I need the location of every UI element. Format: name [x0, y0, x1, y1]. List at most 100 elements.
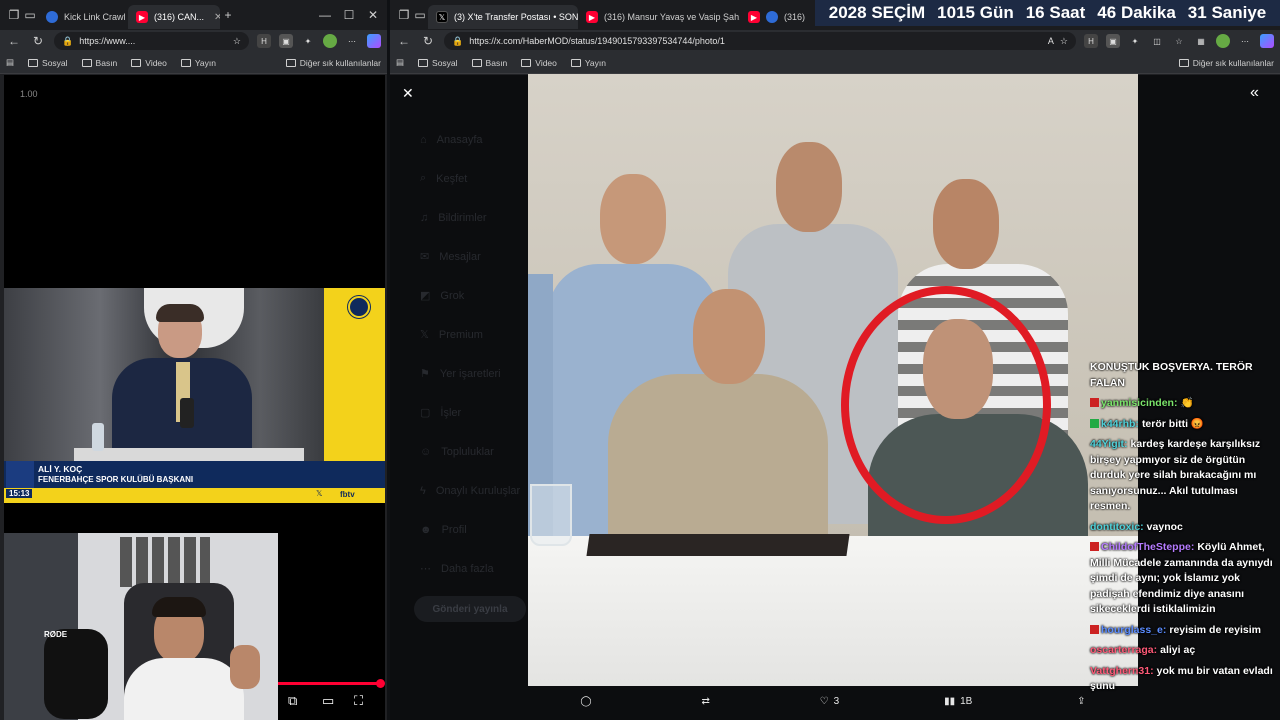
fullscreen-icon[interactable]: ⛶	[354, 693, 363, 709]
share-button[interactable]: ⇪	[1077, 696, 1085, 707]
bookmark-sosyal[interactable]: Sosyal	[418, 58, 458, 68]
maximize-icon[interactable]: ☐	[341, 8, 357, 22]
close-window-icon[interactable]: ✕	[365, 8, 381, 22]
chat-username[interactable]: Vattghern31:	[1090, 665, 1154, 677]
bookmark-yayin[interactable]: Yayın	[570, 58, 606, 68]
star-icon[interactable]: ☆	[1060, 36, 1068, 47]
back-icon[interactable]: ←	[396, 34, 412, 48]
bookmark-icon: ⚑	[420, 368, 430, 380]
close-photo-icon[interactable]: ✕	[402, 85, 414, 102]
seconds-label: Saniye	[1211, 3, 1267, 22]
x-menu-profile[interactable]: ☻ Profil	[420, 510, 530, 549]
extension-icon[interactable]: H	[1084, 34, 1098, 48]
left-url-input[interactable]: 🔒 https://www.... ☆	[54, 32, 249, 50]
x-menu-jobs[interactable]: ▢ İşler	[420, 393, 530, 432]
chat-username[interactable]: k44rhb:	[1101, 418, 1139, 430]
x-menu-bookmarks[interactable]: ⚑ Yer işaretleri	[420, 354, 530, 393]
url-text: https://www....	[79, 36, 136, 46]
chat-username[interactable]: dontitoxic:	[1090, 521, 1144, 533]
x-side-menu: ⌂ Anasayfa ⌕ Keşfet ♫ Bildirimler ✉ Mesajlar…	[420, 120, 530, 588]
video-player[interactable]: ALİ Y. KOÇ FENERBAHÇE SPOR KULÜBÜ BAŞKAN…	[4, 288, 385, 503]
profile-avatar[interactable]	[1216, 34, 1230, 48]
channel-label: fbtv	[340, 490, 355, 499]
left-tab-bar: ❐ ▭ Kick Link Crawl ▶ (316) CAN... ✕ + —…	[0, 0, 387, 30]
favorites-icon[interactable]: ▤	[396, 57, 404, 68]
bookmark-other[interactable]: Diğer sık kullanılanlar	[1178, 58, 1274, 68]
new-tab-icon[interactable]: +	[220, 8, 236, 22]
water-glass	[530, 484, 572, 546]
extension-icon[interactable]: ▣	[1106, 34, 1120, 48]
bookmark-yayin[interactable]: Yayın	[180, 58, 216, 68]
x-menu-more[interactable]: ⋯ Daha fazla	[420, 549, 530, 588]
refresh-icon[interactable]: ↻	[420, 34, 436, 48]
bookmark-sosyal[interactable]: Sosyal	[28, 58, 68, 68]
like-button[interactable]: ♡ 3	[820, 696, 840, 707]
copilot-icon[interactable]	[1260, 34, 1274, 48]
x-menu-communities[interactable]: ☺ Topluluklar	[420, 432, 530, 471]
chat-username[interactable]: oscarterraga:	[1090, 644, 1157, 656]
favorites-icon[interactable]: ▤	[6, 57, 14, 68]
rode-label: RØDE	[44, 630, 68, 639]
favorites-icon[interactable]: ☆	[1172, 34, 1186, 48]
right-tab-2[interactable]: ▶ (316)	[740, 5, 810, 29]
collapse-panel-icon[interactable]: «	[1250, 84, 1259, 102]
menu-label: Yer işaretleri	[439, 367, 501, 380]
refresh-icon[interactable]: ↻	[30, 34, 46, 48]
folder-icon	[1178, 58, 1189, 67]
extensions-icon[interactable]: ✦	[301, 34, 315, 48]
profile-avatar[interactable]	[323, 34, 337, 48]
bookmark-video[interactable]: Video	[131, 58, 167, 68]
right-url-input[interactable]: 🔒 https://x.com/HaberMOD/status/19490157…	[444, 32, 1076, 50]
water-bottle	[92, 423, 104, 451]
tab-actions-icon[interactable]: ▭	[22, 8, 38, 22]
x-menu-messages[interactable]: ✉ Mesajlar	[420, 237, 530, 276]
bookmark-basin[interactable]: Basın	[81, 58, 117, 68]
tab-actions-icon[interactable]: ▭	[412, 8, 428, 22]
repost-button[interactable]: ⇄	[701, 696, 714, 707]
x-menu-home[interactable]: ⌂ Anasayfa	[420, 120, 530, 159]
workspaces-icon[interactable]: ❐	[6, 8, 22, 22]
star-icon[interactable]: ☆	[233, 36, 241, 47]
bookmark-video[interactable]: Video	[521, 58, 557, 68]
x-menu-grok[interactable]: ◩ Grok	[420, 276, 530, 315]
read-aloud-icon[interactable]: A	[1048, 36, 1054, 46]
collections-icon[interactable]: ▦	[1194, 34, 1208, 48]
workspaces-icon[interactable]: ❐	[396, 8, 412, 22]
miniplayer-icon[interactable]: ⧉	[288, 693, 297, 709]
copilot-icon[interactable]	[367, 34, 381, 48]
bookmark-basin[interactable]: Basın	[471, 58, 507, 68]
post-photo[interactable]	[528, 74, 1138, 686]
extension-icon[interactable]: H	[257, 34, 271, 48]
player-progress-track[interactable]	[278, 679, 385, 688]
x-menu-explore[interactable]: ⌕ Keşfet	[420, 159, 530, 198]
views-button[interactable]: ▮▮ 1B	[944, 696, 972, 707]
player-scrubber[interactable]	[376, 679, 385, 688]
reply-button[interactable]: ◯	[580, 696, 596, 707]
x-menu-verified-orgs[interactable]: ϟ Onaylı Kuruluşlar	[420, 471, 530, 510]
left-tab-1[interactable]: ▶ (316) CAN... ✕	[128, 5, 220, 29]
extension-icon[interactable]: ▣	[279, 34, 293, 48]
x-menu-notifications[interactable]: ♫ Bildirimler	[420, 198, 530, 237]
minimize-icon[interactable]: —	[317, 8, 333, 22]
mic-arm	[44, 629, 108, 719]
views-chart-icon: ▮▮	[944, 695, 956, 707]
more-menu-icon[interactable]: ⋯	[1238, 34, 1252, 48]
back-icon[interactable]: ←	[6, 34, 22, 48]
menu-label: Grok	[440, 289, 465, 302]
split-screen-icon[interactable]: ◫	[1150, 34, 1164, 48]
post-button[interactable]: Gönderi yayınla	[414, 596, 526, 622]
mail-icon: ✉	[420, 251, 430, 263]
more-menu-icon[interactable]: ⋯	[345, 34, 359, 48]
chat-username[interactable]: 44Yigit:	[1090, 438, 1128, 450]
extensions-icon[interactable]: ✦	[1128, 34, 1142, 48]
bookmark-other[interactable]: Diğer sık kullanılanlar	[285, 58, 381, 68]
chat-username[interactable]: hourglass_e:	[1101, 624, 1166, 636]
theater-mode-icon[interactable]: ▭	[322, 693, 334, 709]
chat-username[interactable]: ChildofTheSteppe:	[1101, 541, 1194, 553]
right-tab-1[interactable]: ▶ (316) Mansur Yavaş ve Vasip Şah... ✕	[578, 5, 740, 29]
x-menu-premium[interactable]: 𝕏 Premium	[420, 315, 530, 354]
left-tab-0[interactable]: Kick Link Crawl	[38, 5, 128, 29]
chat-username[interactable]: yanmisicinden:	[1101, 397, 1177, 409]
right-tab-0[interactable]: 𝕏 (3) X'te Transfer Postası • SON... ✕	[428, 5, 578, 29]
chat-badge-icon	[1090, 542, 1099, 551]
